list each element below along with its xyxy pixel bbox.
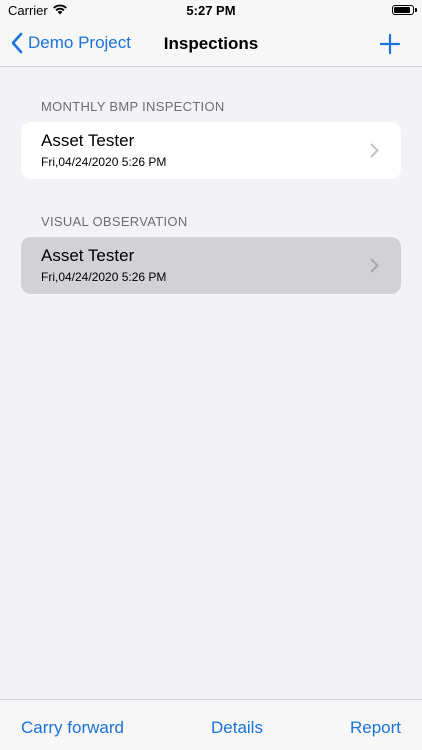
list-item-title: Asset Tester [41, 246, 135, 265]
status-time: 5:27 PM [186, 3, 236, 18]
section-header-visual-observation: VISUAL OBSERVATION [41, 214, 188, 229]
page-title: Inspections [0, 34, 422, 54]
navigation-bar: Demo Project Inspections [0, 22, 422, 67]
list-item-title: Asset Tester [41, 131, 135, 150]
status-bar: Carrier 5:27 PM [0, 0, 422, 22]
list-item-subtitle: Fri,04/24/2020 5:26 PM [41, 155, 167, 169]
battery-fill [394, 7, 410, 13]
page-title-text: Inspections [163, 34, 259, 53]
section-header-monthly-bmp: MONTHLY BMP INSPECTION [41, 99, 225, 114]
chevron-right-icon [370, 143, 379, 158]
list-item-subtitle: Fri,04/24/2020 5:26 PM [41, 270, 167, 284]
report-button[interactable]: Report [350, 718, 401, 738]
bottom-toolbar: Carry forward Details Report [0, 699, 422, 750]
list-item[interactable]: Asset Tester Fri,04/24/2020 5:26 PM [21, 122, 401, 179]
battery-icon [392, 5, 417, 15]
plus-icon [379, 33, 401, 55]
details-button[interactable]: Details [211, 718, 263, 738]
carry-forward-button[interactable]: Carry forward [21, 718, 124, 738]
add-button[interactable] [378, 32, 402, 56]
list-item[interactable]: Asset Tester Fri,04/24/2020 5:26 PM [21, 237, 401, 294]
chevron-right-icon [370, 258, 379, 273]
